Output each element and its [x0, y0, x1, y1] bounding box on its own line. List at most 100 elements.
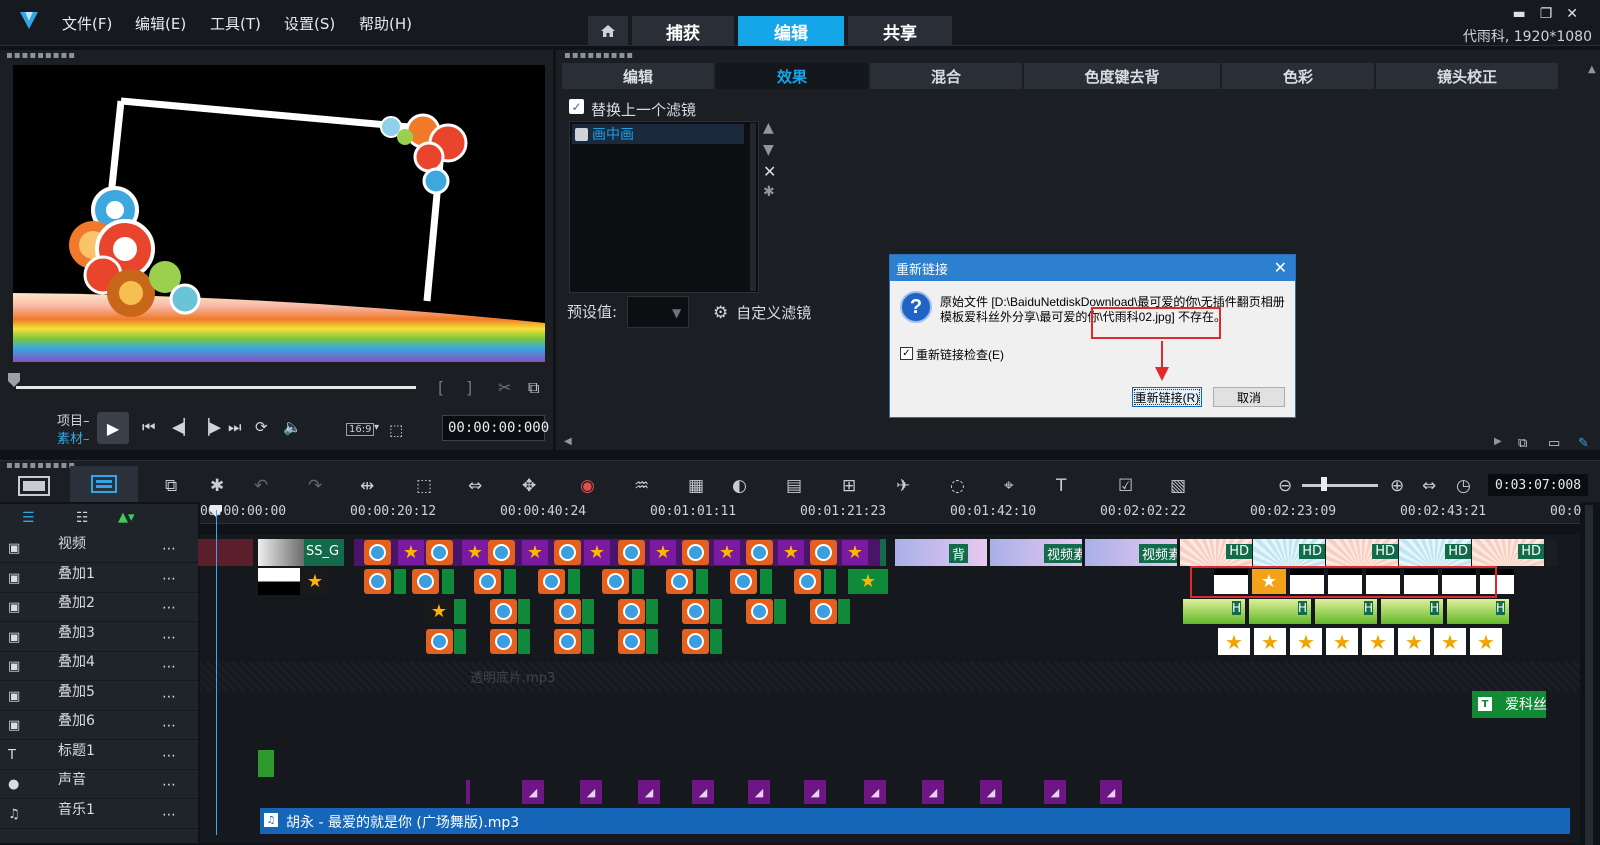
star-clip[interactable]: ★ [522, 540, 548, 565]
mark-in-icon[interactable]: [ [438, 378, 444, 397]
video-clip[interactable]: 背 [895, 539, 987, 566]
enlarge-preview-icon[interactable]: ⧉ [528, 378, 539, 398]
clip-end[interactable] [394, 569, 406, 594]
overlay-track-icon-4[interactable]: ▣ [8, 659, 20, 674]
custom-filter-button[interactable]: ⚙ 自定义滤镜 [713, 302, 811, 323]
bubble-clip[interactable] [810, 540, 837, 565]
track-manager-icon[interactable]: ☰ [22, 510, 35, 526]
bubble-clip[interactable] [618, 599, 645, 624]
delete-filter-icon[interactable]: ✕ [763, 162, 776, 181]
audio-clip[interactable]: ◢ [1044, 780, 1066, 804]
bubble-clip[interactable] [682, 629, 709, 654]
bubble-clip[interactable] [474, 569, 501, 594]
prev-frame-icon[interactable]: ◀▏ [172, 418, 195, 436]
track-options-icon[interactable]: ⋯ [162, 718, 176, 734]
voice-track-icon[interactable]: ● [8, 777, 19, 792]
tab-share[interactable]: 共享 [848, 16, 952, 46]
overlay-clip[interactable] [258, 568, 300, 595]
film-icon[interactable]: ▦ [688, 476, 704, 496]
scroll-up-icon[interactable]: ▲ [1588, 64, 1596, 75]
star-clip[interactable]: ★ [1254, 628, 1286, 655]
title-track-icon[interactable]: T [8, 748, 16, 763]
clip-end[interactable] [646, 629, 658, 654]
motion-icon[interactable]: ✈ [896, 476, 910, 496]
star-clip[interactable]: ★ [842, 540, 868, 565]
star-clip[interactable]: ★ [714, 540, 740, 565]
clip-end[interactable] [646, 599, 658, 624]
relink-check-checkbox[interactable]: ✓ [900, 347, 913, 360]
bubble-clip[interactable] [554, 599, 581, 624]
clip-end[interactable] [632, 569, 644, 594]
add-media-icon[interactable]: ⧉ [165, 476, 177, 496]
menu-tools[interactable]: 工具(T) [210, 13, 261, 34]
tab-opt-edit[interactable]: 编辑 [562, 63, 714, 89]
storyboard-view-icon[interactable] [18, 475, 50, 497]
audio-clip[interactable]: ◢ [864, 780, 886, 804]
star-clip[interactable]: ★ [584, 540, 610, 565]
star-clip[interactable]: ★ [1398, 628, 1430, 655]
next-frame-icon[interactable]: ▕▶ [198, 418, 221, 436]
overlay-track-icon-6[interactable]: ▣ [8, 718, 20, 733]
bubble-clip[interactable] [618, 540, 645, 565]
bubble-clip[interactable] [426, 540, 453, 565]
audio-clip[interactable]: ◢ [980, 780, 1002, 804]
star-clip[interactable]: ★ [778, 540, 804, 565]
clip-end[interactable] [582, 599, 594, 624]
panel-grip-icon[interactable]: ▪▪▪▪▪▪▪▪▪ [6, 50, 76, 61]
clip-end[interactable] [824, 569, 836, 594]
tab-opt-chroma-key[interactable]: 色度键去背 [1024, 63, 1220, 89]
tab-edit[interactable]: 编辑 [738, 16, 844, 46]
mask-icon[interactable]: ◐ [732, 476, 747, 496]
play-button[interactable]: ▶ [97, 412, 129, 444]
3d-title-icon[interactable]: T [1056, 476, 1066, 496]
filter-settings-icon[interactable]: ✱ [763, 184, 775, 200]
go-start-icon[interactable]: ⏮ [142, 418, 156, 436]
cancel-button[interactable]: 取消 [1213, 387, 1285, 407]
clip-end[interactable] [568, 569, 580, 594]
star-clip[interactable]: ★ [1470, 628, 1502, 655]
project-mode-label[interactable]: 项目– [57, 410, 90, 429]
layout-icon[interactable]: ⧉ [1518, 436, 1527, 451]
star-clip[interactable]: ★ [302, 569, 328, 594]
zoom-out-icon[interactable]: ⊖ [1278, 476, 1292, 496]
timeline-view-button[interactable] [70, 466, 138, 502]
video-clip[interactable]: HD [1399, 539, 1471, 566]
video-clip[interactable]: 视频素 [1085, 539, 1177, 566]
clip-end[interactable] [518, 599, 530, 624]
audio-clip[interactable]: ◢ [804, 780, 826, 804]
bubble-clip[interactable] [794, 569, 821, 594]
audio-wave-icon[interactable]: ♒ [634, 476, 649, 496]
move-up-icon[interactable]: ▲ [763, 120, 774, 136]
track-options-icon[interactable]: ⋯ [162, 630, 176, 646]
path-icon[interactable]: ◌ [950, 476, 965, 496]
menu-help[interactable]: 帮助(H) [359, 13, 412, 34]
scroll-left-icon[interactable]: ◀ [564, 436, 572, 447]
video-clip[interactable]: HD [1253, 539, 1325, 566]
audio-clip[interactable]: ◢ [638, 780, 660, 804]
panel-grip-icon[interactable]: ▪▪▪▪▪▪▪▪▪ [6, 460, 76, 471]
tab-opt-effect[interactable]: 效果 [716, 63, 868, 89]
clip-end[interactable] [710, 599, 722, 624]
music-track-icon[interactable]: ♫ [8, 807, 20, 822]
video-clip[interactable] [258, 539, 306, 566]
clip-end[interactable] [760, 569, 772, 594]
fit-timeline-icon[interactable]: ⇹ [360, 476, 374, 496]
clip-end[interactable] [518, 629, 530, 654]
bubble-clip[interactable] [810, 599, 837, 624]
clip-end[interactable] [442, 569, 454, 594]
timeline-scrollbar[interactable] [1585, 505, 1593, 845]
zoom-slider-knob[interactable] [1321, 477, 1327, 491]
undo-icon[interactable]: ↶ [254, 476, 268, 496]
audio-clip[interactable]: ◢ [692, 780, 714, 804]
clip-end[interactable] [838, 599, 850, 624]
clip-end[interactable] [710, 629, 722, 654]
track-options-icon[interactable]: ⋯ [162, 541, 176, 557]
check-icon[interactable]: ☑ [1118, 476, 1133, 496]
track-options-icon[interactable]: ⋯ [162, 571, 176, 587]
scroll-right-icon[interactable]: ▶ [1494, 436, 1502, 447]
clip-mode-label[interactable]: 素材– [57, 428, 90, 447]
overlay-track-icon-2[interactable]: ▣ [8, 600, 20, 615]
star-clip[interactable]: ★ [848, 569, 888, 594]
chevron-down-icon[interactable]: ▼ [672, 306, 681, 320]
home-button[interactable] [588, 16, 628, 46]
